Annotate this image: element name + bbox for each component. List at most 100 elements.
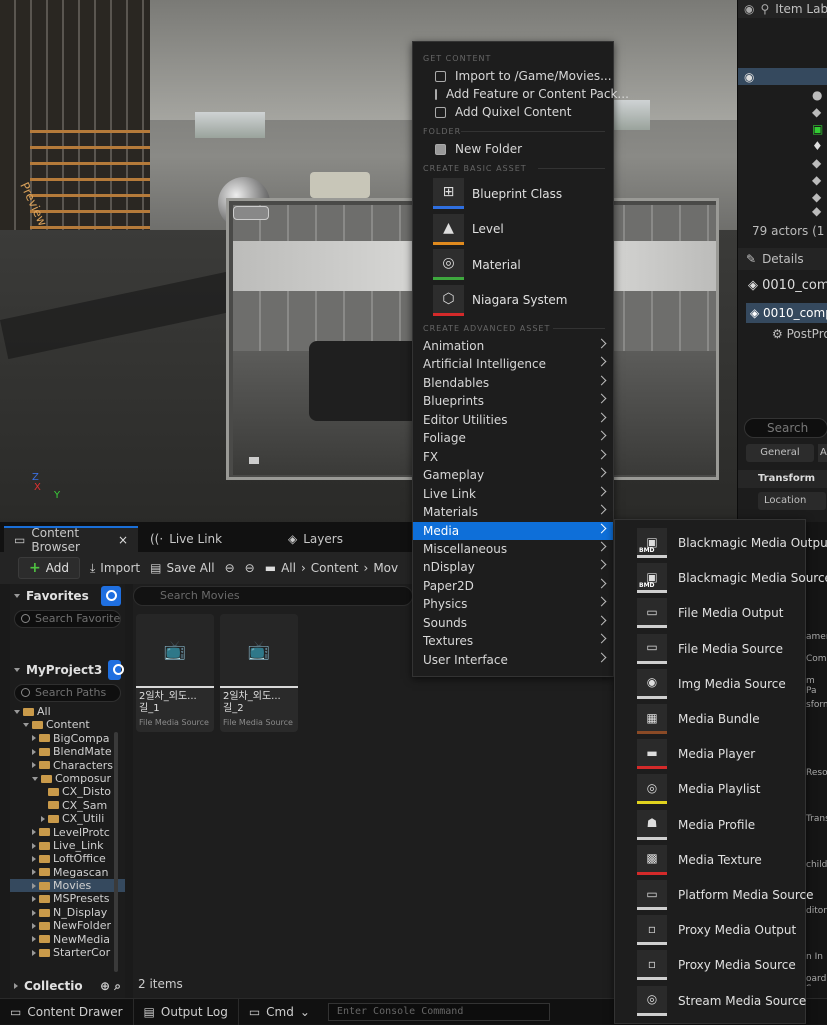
tree-folder-startercor[interactable]: StarterCor	[10, 946, 125, 959]
import-button[interactable]: ⤓ Import	[90, 561, 140, 576]
tree-folder-cx-sam[interactable]: CX_Sam	[10, 799, 125, 812]
tree-folder-newmedia[interactable]: NewMedia	[10, 933, 125, 946]
chevron-down-icon[interactable]	[32, 776, 38, 781]
media-item-media-playlist[interactable]: ◎ Media Playlist	[637, 774, 761, 805]
tree-folder-newfolder[interactable]: NewFolder	[10, 919, 125, 932]
breadcrumb-item[interactable]: Content	[311, 561, 359, 575]
console-command-input[interactable]: Enter Console Command	[327, 1002, 550, 1021]
chevron-right-icon[interactable]	[32, 882, 36, 889]
outliner-row[interactable]: ●	[738, 86, 827, 103]
submenu-textures[interactable]: Textures	[423, 632, 613, 650]
media-item-img-media-source[interactable]: ◉ Img Media Source	[637, 668, 786, 699]
tree-folder-cx-utili[interactable]: CX_Utili	[10, 812, 125, 825]
chevron-down-icon[interactable]	[14, 709, 20, 714]
submenu-gameplay[interactable]: Gameplay	[423, 466, 613, 484]
outliner-row[interactable]: ◆	[738, 154, 827, 171]
cmd-dropdown[interactable]: ▭ Cmd ⌄	[239, 999, 320, 1025]
submenu-animation[interactable]: Animation	[423, 337, 613, 355]
collections-header[interactable]: Collectio ⊕ ⌕	[10, 974, 125, 998]
import-menu-item[interactable]: Import to /Game/Movies...	[413, 67, 613, 85]
media-item-file-media-output[interactable]: ▭ File Media Output	[637, 598, 783, 629]
asset-search-input[interactable]: Search Movies	[133, 586, 413, 606]
outliner-row[interactable]: ♦	[738, 137, 827, 154]
submenu-blueprints[interactable]: Blueprints	[423, 392, 613, 410]
tree-folder-loftoffice[interactable]: LoftOffice	[10, 852, 125, 865]
chevron-right-icon[interactable]	[32, 842, 36, 849]
tree-folder-content[interactable]: Content	[10, 718, 125, 731]
tree-folder-megascan[interactable]: Megascan	[10, 866, 125, 879]
chevron-right-icon[interactable]	[32, 829, 36, 836]
submenu-live-link[interactable]: Live Link	[423, 485, 613, 503]
basic-asset-item[interactable]: ⊞ Blueprint Class	[433, 178, 562, 209]
tree-folder-n-display[interactable]: N_Display	[10, 906, 125, 919]
submenu-editor-utilities[interactable]: Editor Utilities	[423, 411, 613, 429]
basic-asset-item[interactable]: ⬡ Niagara System	[433, 284, 567, 316]
breadcrumb-item[interactable]: All	[281, 561, 296, 575]
tab-live-link[interactable]: ((· Live Link	[140, 526, 232, 552]
outliner-row[interactable]: ◆	[738, 202, 827, 219]
details-tab[interactable]: ✎ Details	[738, 248, 827, 270]
close-icon[interactable]: ×	[118, 533, 128, 547]
pin-icon[interactable]: ⚲	[760, 2, 769, 16]
component-child[interactable]: ⚙ PostPro	[772, 327, 827, 341]
chevron-right-icon[interactable]	[32, 949, 36, 956]
favorites-header[interactable]: Favorites	[10, 584, 125, 608]
item-label-header[interactable]: Item Lab	[775, 2, 827, 16]
tab-layers[interactable]: ◈ Layers	[278, 526, 353, 552]
media-item-platform-media-source[interactable]: ▭ Platform Media Source	[637, 880, 814, 910]
transform-section[interactable]: Transform	[738, 470, 827, 488]
submenu-sounds[interactable]: Sounds	[423, 614, 613, 632]
chevron-right-icon[interactable]	[32, 936, 36, 943]
favorites-search-input[interactable]: Search Favorite	[14, 610, 121, 628]
media-item-file-media-source[interactable]: ▭ File Media Source	[637, 633, 783, 664]
media-item-proxy-media-source[interactable]: ▫ Proxy Media Source	[637, 950, 796, 981]
media-item-media-profile[interactable]: ☗ Media Profile	[637, 809, 755, 840]
outliner-row[interactable]: ◆	[738, 171, 827, 188]
component-row-selected[interactable]: ◈ 0010_comp	[746, 303, 827, 323]
tree-folder-bigcompa[interactable]: BigCompa	[10, 732, 125, 745]
media-item-media-texture[interactable]: ▩ Media Texture	[637, 844, 762, 875]
breadcrumb-item[interactable]: Mov	[373, 561, 398, 575]
media-item-blackmagic-media-source[interactable]: ▣ BMD Blackmagic Media Source	[637, 563, 827, 594]
tree-folder-blendmate[interactable]: BlendMate	[10, 745, 125, 758]
general-filter-button[interactable]: General	[746, 444, 814, 462]
submenu-media[interactable]: Media	[413, 521, 613, 540]
eye-icon[interactable]: ◉	[744, 2, 754, 16]
submenu-fx[interactable]: FX	[423, 448, 613, 466]
details-search[interactable]: Search	[744, 418, 827, 438]
media-item-media-bundle[interactable]: ▦ Media Bundle	[637, 704, 760, 734]
media-item-stream-media-source[interactable]: ◎ Stream Media Source	[637, 985, 806, 1016]
history-back-button[interactable]: ⊖	[225, 561, 235, 575]
chevron-right-icon[interactable]	[32, 748, 36, 755]
chevron-down-icon[interactable]	[23, 723, 29, 728]
chevron-right-icon[interactable]	[41, 815, 45, 822]
advanced-filter-button[interactable]: A	[818, 444, 827, 462]
tab-content-browser[interactable]: ▭ Content Browser ×	[4, 526, 138, 554]
tree-folder-levelprotc[interactable]: LevelProtc	[10, 826, 125, 839]
submenu-user-interface[interactable]: User Interface	[423, 651, 613, 669]
new-folder-menu-item[interactable]: New Folder	[413, 140, 613, 158]
chevron-right-icon[interactable]	[32, 762, 36, 769]
add-button[interactable]: + Add	[18, 557, 80, 579]
location-dropdown[interactable]: Location	[758, 492, 826, 510]
add-feature-menu-item[interactable]: Add Feature or Content Pack...	[413, 85, 629, 103]
tree-folder-live-link[interactable]: Live_Link	[10, 839, 125, 852]
tree-folder-composur[interactable]: Composur	[10, 772, 125, 785]
level-viewport[interactable]: Preview Z X Y	[0, 0, 737, 522]
submenu-foliage[interactable]: Foliage	[423, 429, 613, 447]
search-icon[interactable]	[108, 660, 124, 680]
submenu-blendables[interactable]: Blendables	[423, 374, 613, 392]
project-header[interactable]: MyProject3	[10, 658, 125, 682]
tree-folder-characters[interactable]: Characters	[10, 759, 125, 772]
chevron-right-icon[interactable]	[32, 735, 36, 742]
tree-folder-movies[interactable]: Movies	[10, 879, 125, 893]
submenu-artificial-intelligence[interactable]: Artificial Intelligence	[423, 355, 613, 373]
eye-icon[interactable]: ◉	[744, 70, 754, 84]
tree-scrollbar[interactable]	[114, 732, 118, 972]
chevron-right-icon[interactable]	[32, 909, 36, 916]
path-search-input[interactable]: Search Paths	[14, 684, 121, 702]
save-all-button[interactable]: ▤ Save All	[150, 561, 215, 575]
search-icon[interactable]	[101, 586, 121, 606]
output-log-button[interactable]: ▤ Output Log	[134, 998, 239, 1025]
media-item-blackmagic-media-output[interactable]: ▣ BMD Blackmagic Media Output	[637, 528, 827, 558]
